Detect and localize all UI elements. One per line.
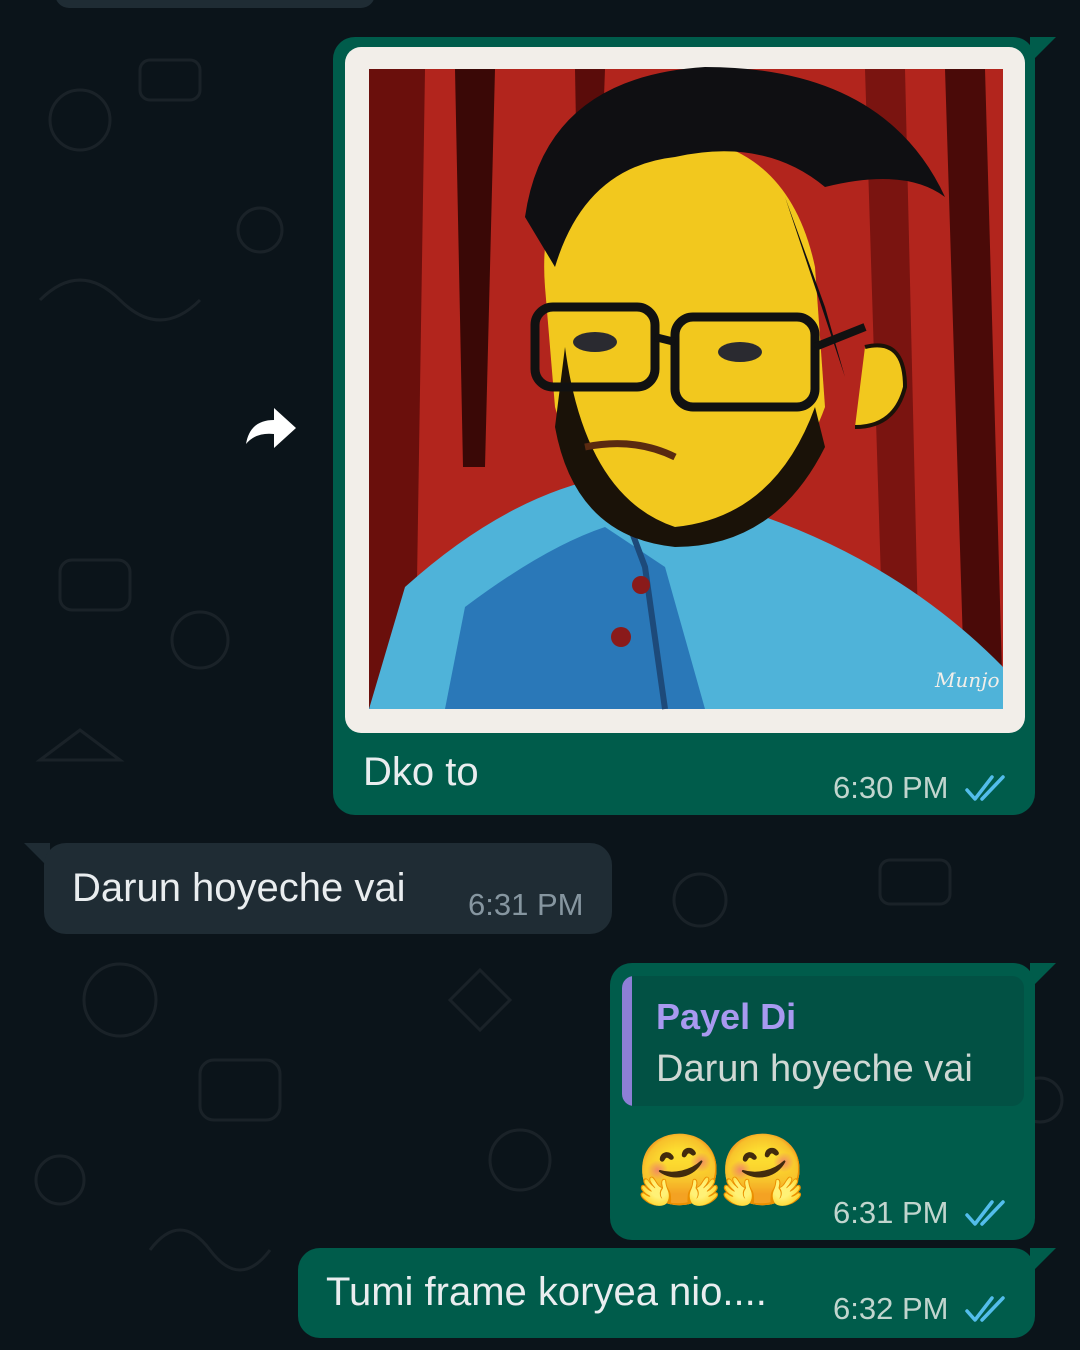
message-time: 6:32 PM — [833, 1291, 949, 1326]
forward-arrow-icon[interactable] — [238, 396, 302, 460]
quoted-message[interactable]: Payel Di Darun hoyeche vai — [622, 976, 1024, 1106]
double-check-icon — [965, 775, 1005, 801]
portrait-painting-image: Munjo — [369, 67, 1003, 710]
quote-accent-bar — [622, 976, 632, 1106]
message-time: 6:30 PM — [833, 770, 949, 805]
image-caption: Dko to — [363, 750, 479, 794]
double-check-icon — [965, 1200, 1005, 1226]
message-time: 6:31 PM — [833, 1195, 949, 1230]
message-text: Tumi frame koryea nio.... — [326, 1270, 767, 1314]
shared-image[interactable]: Munjo — [345, 47, 1025, 733]
svg-text:Munjo: Munjo — [934, 668, 999, 692]
double-check-icon — [965, 1296, 1005, 1322]
quoted-author: Payel Di — [656, 996, 797, 1037]
message-text: Darun hoyeche vai — [72, 866, 406, 910]
emoji-message: 🤗🤗 — [636, 1131, 806, 1209]
message-time: 6:31 PM — [468, 887, 584, 922]
quoted-text: Darun hoyeche vai — [656, 1048, 973, 1090]
previous-message-stub — [55, 0, 375, 8]
